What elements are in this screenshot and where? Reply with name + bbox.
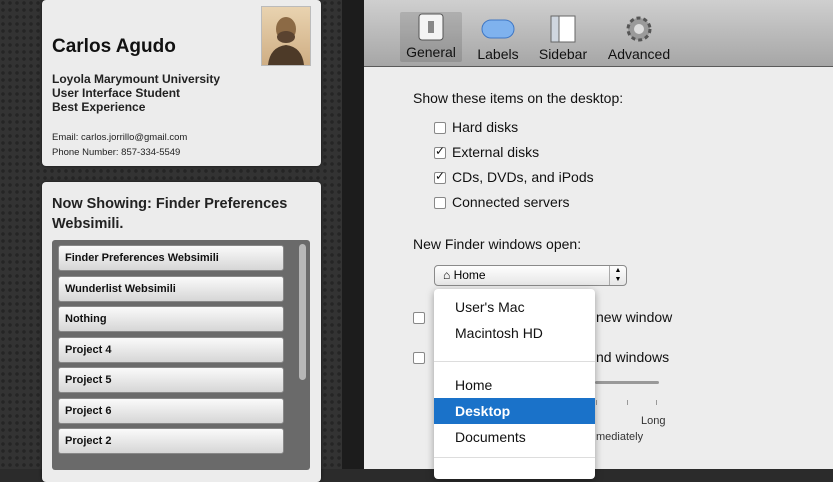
list-item[interactable]: Wunderlist Websimili [58, 276, 284, 302]
connected-servers-label: Connected servers [452, 194, 570, 210]
select-value: Home [453, 268, 486, 282]
now-showing-title: Now Showing: Finder Preferences Websimil… [52, 196, 288, 232]
list-item[interactable]: Project 4 [58, 337, 284, 363]
profile-affiliation: Loyola Marymount University User Interfa… [52, 72, 220, 114]
slider-tick [656, 400, 657, 405]
panel-divider [342, 0, 364, 469]
avatar [261, 6, 311, 66]
option-label-1: new window [596, 309, 673, 325]
profile-phone: Phone Number: 857-334-5549 [52, 147, 181, 158]
new-window-select[interactable]: ⌂ Home ▲ ▼ [434, 265, 627, 286]
new-window-heading: New Finder windows open: [413, 236, 582, 252]
list-item[interactable]: Finder Preferences Websimili [58, 245, 284, 271]
tab-general-label: General [406, 44, 456, 60]
profile-name: Carlos Agudo [52, 36, 176, 57]
slider-caption: mediately [596, 431, 644, 443]
menu-item-macintosh-hd[interactable]: Macintosh HD [434, 320, 595, 346]
labels-icon [474, 14, 522, 44]
menu-item-users-mac[interactable]: User's Mac [434, 294, 595, 320]
tab-sidebar[interactable]: Sidebar [536, 14, 590, 62]
home-icon: ⌂ [443, 268, 451, 282]
tab-labels[interactable]: Labels [474, 14, 522, 62]
profile-contact: Email: carlos.jorrillo@gmail.com Phone N… [52, 130, 187, 160]
slider-long-label: Long [641, 415, 666, 427]
now-showing-card: Now Showing: Finder Preferences Websimil… [42, 182, 321, 482]
tab-labels-label: Labels [477, 46, 519, 62]
menu-item-desktop[interactable]: Desktop [434, 398, 595, 424]
list-item[interactable]: Project 2 [58, 428, 284, 454]
tab-advanced[interactable]: Advanced [604, 14, 674, 62]
option-checkbox-2[interactable] [413, 352, 425, 364]
cds-dvds-ipods-checkbox[interactable] [434, 169, 446, 184]
hard-disks-label: Hard disks [452, 119, 519, 135]
cds-dvds-ipods-label: CDs, DVDs, and iPods [452, 169, 594, 185]
slider-tick [596, 400, 597, 405]
general-icon [400, 12, 462, 42]
option-checkbox-1[interactable] [413, 312, 425, 324]
menu-separator [434, 457, 595, 458]
list-item[interactable]: Nothing [58, 306, 284, 332]
menu-separator [434, 361, 595, 362]
list-scrollbar[interactable] [299, 244, 306, 380]
profile-school: Loyola Marymount University [52, 72, 221, 86]
preferences-toolbar: General Labels Sidebar Advanced [364, 0, 833, 67]
list-item[interactable]: Project 5 [58, 367, 284, 393]
tab-general[interactable]: General [400, 12, 462, 62]
list-item[interactable]: Project 6 [58, 398, 284, 424]
sidebar-icon [536, 14, 590, 44]
portrait-image [268, 17, 304, 65]
new-window-dropdown-menu: User's Mac Macintosh HD Home Desktop Doc… [434, 289, 595, 479]
select-stepper-icon: ▲ ▼ [609, 266, 626, 285]
slider-tick [627, 400, 628, 405]
hard-disks-checkbox[interactable] [434, 122, 446, 134]
profile-email: Email: carlos.jorrillo@gmail.com [52, 132, 188, 143]
external-disks-checkbox[interactable] [434, 144, 446, 159]
profile-role: User Interface Student [52, 86, 181, 100]
profile-card: Carlos Agudo Loyola Marymount University… [42, 0, 321, 166]
external-disks-label: External disks [452, 144, 540, 160]
menu-item-home[interactable]: Home [434, 372, 595, 398]
project-list: Finder Preferences Websimili Wunderlist … [52, 240, 310, 470]
menu-item-documents[interactable]: Documents [434, 424, 595, 450]
desktop-items-heading: Show these items on the desktop: [413, 90, 624, 106]
tab-sidebar-label: Sidebar [538, 46, 588, 62]
tab-advanced-label: Advanced [607, 46, 671, 62]
connected-servers-checkbox[interactable] [434, 197, 446, 209]
option-label-2: nd windows [596, 349, 670, 365]
gear-icon [604, 14, 674, 44]
profile-award: Best Experience [52, 100, 146, 114]
delay-slider[interactable] [595, 381, 659, 384]
